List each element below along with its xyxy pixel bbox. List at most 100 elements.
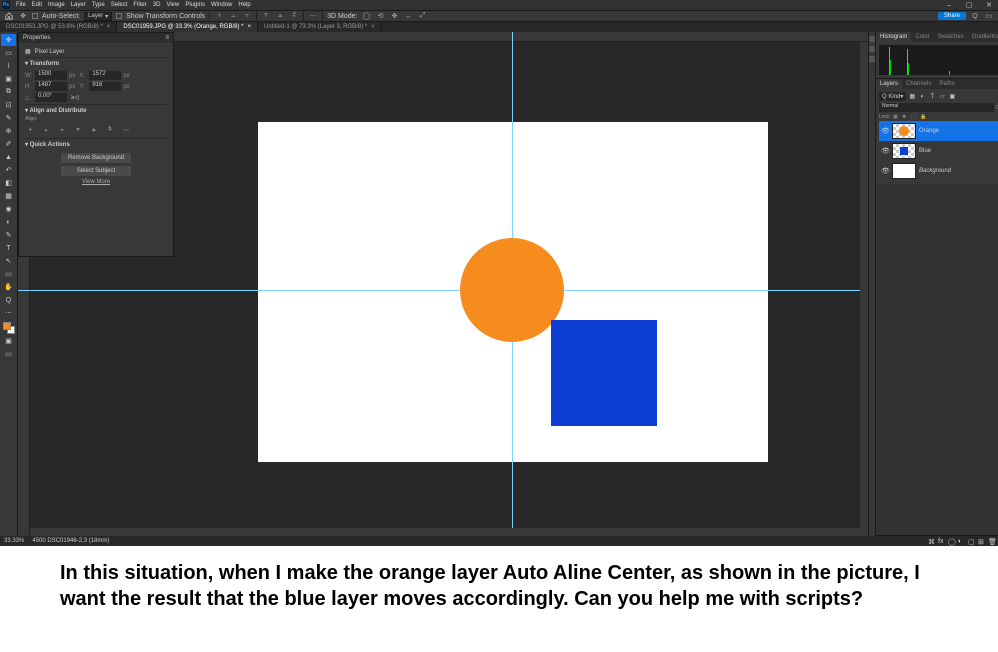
auto-select-target[interactable]: Layer ▾	[84, 12, 112, 21]
histogram-tab[interactable]: Histogram	[876, 32, 911, 42]
align-bottom-icon[interactable]: ⫩	[105, 125, 115, 135]
home-button[interactable]	[4, 11, 14, 21]
swatches-tab[interactable]: Swatches	[934, 32, 968, 42]
group-icon[interactable]: ▢	[968, 538, 975, 545]
align-header[interactable]: ▾ Align and Distribute	[25, 104, 167, 116]
align-center-h-icon[interactable]: ⫠	[228, 11, 238, 21]
link-layers-icon[interactable]: ⌘	[928, 538, 935, 545]
channels-tab[interactable]: Channels	[902, 79, 935, 89]
screen-mode[interactable]: ▭	[1, 348, 16, 360]
close-button[interactable]: ✕	[982, 1, 996, 9]
lasso-tool[interactable]: ⌇	[1, 60, 16, 72]
menu-3d[interactable]: 3D	[153, 2, 161, 8]
layer-mask-icon[interactable]: ◯	[948, 538, 955, 545]
stamp-tool[interactable]: ▲	[1, 151, 16, 163]
eyedropper-tool[interactable]: ✎	[1, 112, 16, 124]
width-input[interactable]: 1500	[35, 71, 67, 80]
y-input[interactable]: 916	[89, 82, 121, 91]
doc-info[interactable]: 4500 DSC01946-2,3 (18mm)	[32, 538, 109, 544]
transform-header[interactable]: ▾ Transform	[25, 57, 167, 69]
close-tab-icon[interactable]: ×	[247, 24, 251, 30]
3d-pan-icon[interactable]: ✥	[390, 11, 400, 21]
layer-name[interactable]: Background	[919, 168, 951, 174]
menu-select[interactable]: Select	[111, 2, 128, 8]
scrollbar-vertical[interactable]	[860, 42, 868, 528]
transform-checkbox[interactable]	[116, 13, 122, 19]
history-brush-tool[interactable]: ↶	[1, 164, 16, 176]
align-right-icon[interactable]: ⫟	[242, 11, 252, 21]
visibility-icon[interactable]: 👁	[881, 127, 889, 135]
menu-file[interactable]: File	[16, 2, 26, 8]
menu-type[interactable]: Type	[92, 2, 105, 8]
frame-tool[interactable]: ⊡	[1, 99, 16, 111]
minimize-button[interactable]: –	[942, 2, 956, 9]
layer-thumbnail[interactable]	[892, 123, 916, 139]
3d-zoom-icon[interactable]: ⤢	[418, 11, 428, 21]
maximize-button[interactable]: ▢	[962, 1, 976, 9]
align-top-icon[interactable]: ⫧	[261, 11, 271, 21]
menu-window[interactable]: Window	[211, 2, 232, 8]
menu-filter[interactable]: Filter	[133, 2, 146, 8]
lock-lock-icon[interactable]: 🔒	[920, 114, 927, 120]
layer-row[interactable]: 👁 Orange ⊕	[879, 121, 998, 141]
align-middle-icon[interactable]: ⫨	[275, 11, 285, 21]
3d-orbit-icon[interactable]: ◯	[362, 11, 372, 21]
share-button[interactable]: Share	[938, 12, 966, 20]
workspace-icon[interactable]: ▭	[984, 11, 994, 21]
document-tab[interactable]: DSC01953.JPG @ 53.6% (RGB/8) *×	[0, 22, 117, 32]
align-more-icon[interactable]: ⋯	[121, 125, 131, 135]
height-input[interactable]: 1487	[35, 82, 67, 91]
search-icon[interactable]: Q	[970, 11, 980, 21]
align-right-icon[interactable]: ⫟	[57, 125, 67, 135]
align-top-icon[interactable]: ⫧	[73, 125, 83, 135]
hand-tool[interactable]: ✋	[1, 281, 16, 293]
close-tab-icon[interactable]: ×	[107, 24, 111, 30]
zoom-level[interactable]: 33.33%	[4, 538, 24, 544]
move-tool[interactable]: ✥	[1, 34, 16, 46]
menu-view[interactable]: View	[166, 2, 179, 8]
layer-filter-kind[interactable]: Q Kind ▾	[879, 92, 906, 101]
x-input[interactable]: 1572	[89, 71, 121, 80]
panel-menu-icon[interactable]: ≡	[165, 35, 169, 41]
heal-tool[interactable]: ⊕	[1, 125, 16, 137]
marquee-tool[interactable]: ▭	[1, 47, 16, 59]
gradient-tool[interactable]: ▦	[1, 190, 16, 202]
select-subject-button[interactable]: Select Subject	[61, 166, 131, 176]
adjustment-icon[interactable]: ◐	[958, 538, 965, 545]
align-vcenter-icon[interactable]: ⫨	[89, 125, 99, 135]
orange-layer-shape[interactable]	[460, 238, 564, 342]
layer-row[interactable]: 👁 Blue ⊕	[879, 141, 998, 161]
edit-toolbar[interactable]: ⋯	[1, 307, 16, 319]
layer-thumbnail[interactable]	[892, 143, 916, 159]
align-left-icon[interactable]: ⫞	[214, 11, 224, 21]
panel-title[interactable]: Properties≡	[19, 33, 173, 43]
color-tab[interactable]: Color	[911, 32, 933, 42]
layers-tab[interactable]: Layers	[876, 79, 902, 89]
visibility-icon[interactable]: 👁	[881, 167, 889, 175]
menu-edit[interactable]: Edit	[32, 2, 42, 8]
dodge-tool[interactable]: ◐	[1, 216, 16, 228]
distribute-icon[interactable]: ⋯	[308, 11, 318, 21]
menu-plugins[interactable]: Plugins	[185, 2, 205, 8]
crop-tool[interactable]: ⧉	[1, 86, 16, 98]
canvas[interactable]	[258, 122, 768, 462]
paths-tab[interactable]: Paths	[935, 79, 958, 89]
close-tab-icon[interactable]: ×	[371, 24, 375, 30]
filter-smart-icon[interactable]: ▣	[948, 93, 956, 101]
shape-tool[interactable]: ▭	[1, 268, 16, 280]
align-hcenter-icon[interactable]: ⫠	[41, 125, 51, 135]
layer-name[interactable]: Orange	[919, 128, 939, 134]
menu-image[interactable]: Image	[48, 2, 65, 8]
guide-horizontal[interactable]	[18, 290, 868, 291]
brush-tool[interactable]: ✐	[1, 138, 16, 150]
object-select-tool[interactable]: ▣	[1, 73, 16, 85]
type-tool[interactable]: T	[1, 242, 16, 254]
layer-row[interactable]: 👁 Background 🔒	[879, 161, 998, 181]
3d-slide-icon[interactable]: ↔	[404, 11, 414, 21]
remove-bg-button[interactable]: Remove Background	[61, 153, 131, 163]
flip-icons[interactable]: ≥◁	[71, 94, 79, 101]
document-tab[interactable]: Untitled-1 @ 73.3% (Layer 3, RGB/8) *×	[258, 22, 382, 32]
menu-help[interactable]: Help	[238, 2, 250, 8]
filter-type-icon[interactable]: T	[928, 93, 936, 101]
color-swatch[interactable]	[3, 322, 15, 334]
